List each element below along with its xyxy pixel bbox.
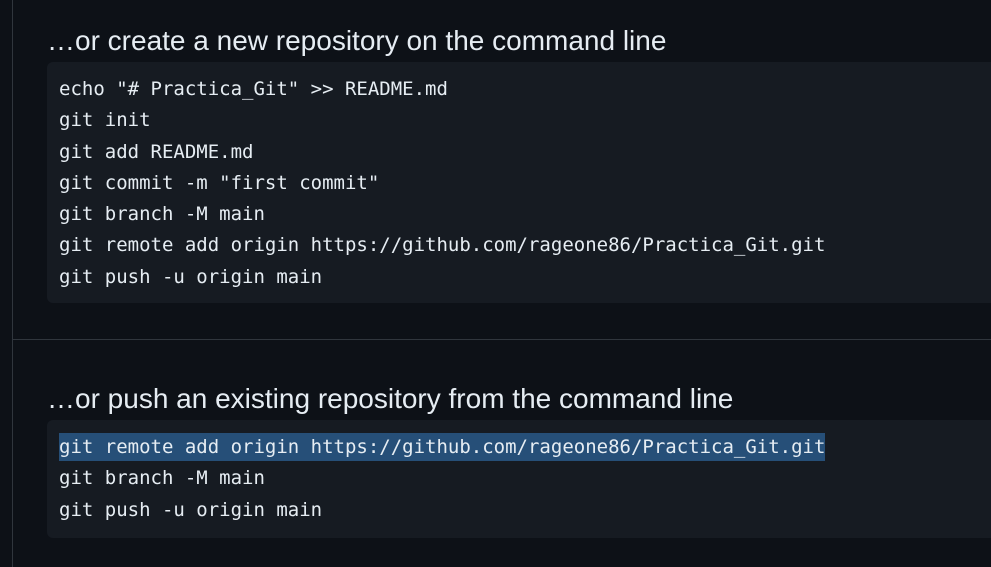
existing-repository-code-block[interactable]: git remote add origin https://github.com…	[47, 420, 991, 538]
selected-code-line[interactable]: git remote add origin https://github.com…	[59, 432, 826, 463]
new-repository-section: …or create a new repository on the comma…	[13, 0, 991, 339]
code-line[interactable]: echo "# Practica_Git" >> README.md	[59, 74, 825, 105]
code-lines: echo "# Practica_Git" >> README.md git i…	[59, 74, 825, 293]
code-line[interactable]: git init	[59, 105, 825, 136]
code-line[interactable]: git push -u origin main	[59, 495, 825, 526]
code-line[interactable]: git add README.md	[59, 137, 825, 168]
new-repository-code-block[interactable]: echo "# Practica_Git" >> README.md git i…	[47, 62, 991, 303]
code-line[interactable]: git commit -m "first commit"	[59, 168, 825, 199]
code-line[interactable]: git branch -M main	[59, 199, 825, 230]
new-repository-heading: …or create a new repository on the comma…	[47, 25, 667, 56]
code-line[interactable]: git remote add origin https://github.com…	[59, 230, 825, 261]
code-line[interactable]: git branch -M main	[59, 463, 825, 494]
code-line[interactable]: git push -u origin main	[59, 262, 825, 293]
existing-repository-section: …or push an existing repository from the…	[13, 340, 991, 567]
existing-repository-heading: …or push an existing repository from the…	[47, 383, 734, 414]
code-lines: git remote add origin https://github.com…	[59, 432, 826, 526]
